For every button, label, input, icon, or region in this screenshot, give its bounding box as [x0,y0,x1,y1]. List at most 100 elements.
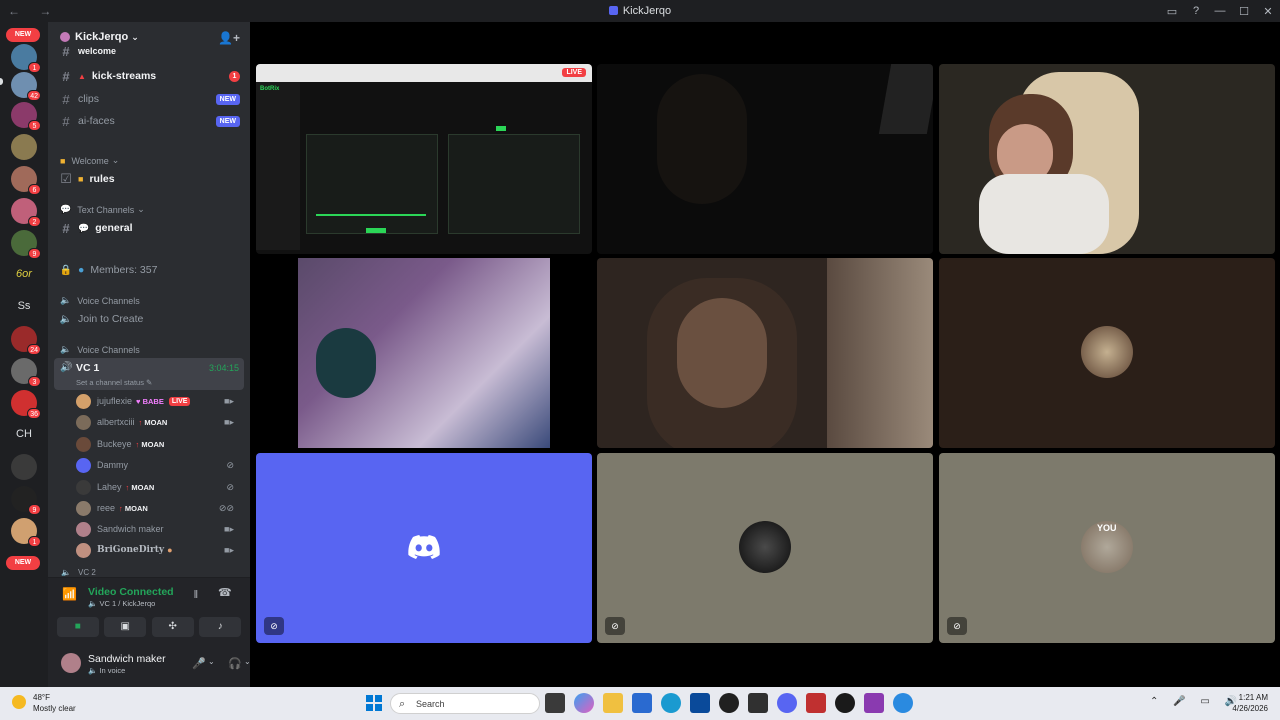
screen-share-button[interactable]: ▣ [104,617,147,637]
voice-location[interactable]: 🔈 VC 1 / KickJerqo [88,599,155,608]
video-tile-dark[interactable] [597,64,933,254]
voice-member[interactable]: Sandwich maker ■▸ [76,519,244,539]
server-icon[interactable] [11,454,37,480]
voice-action-buttons: ■ ▣ ✣ ♪ [48,613,250,641]
category-voice-1[interactable]: 🔈 Voice Channels [60,295,140,306]
video-tile-streamer[interactable] [939,64,1275,254]
activities-button[interactable]: ✣ [151,617,194,637]
channel-kick-streams[interactable]: # ▲ kick-streams 1 [54,66,246,86]
avatar [76,414,91,430]
server-rail: NEW 1 42 5 6 2 9 6or Ss 24 3 36 CH 9 1 N… [0,22,48,687]
help-icon[interactable]: ? [1184,5,1208,17]
participant-avatar [739,521,791,573]
server-icon-ss[interactable]: Ss [8,300,40,312]
deafened-icon: ⊘ [947,617,967,635]
server-icon[interactable]: 36 [11,390,41,419]
voice-member[interactable]: BriGoneDirty ● ■▸ [76,540,244,560]
file-explorer-icon[interactable] [603,693,623,713]
microphone-icon[interactable]: 🎤 [192,657,206,670]
server-icon[interactable]: 1 [11,518,41,547]
disconnect-icon[interactable]: ☎ [218,586,232,599]
channel-general[interactable]: # 💬 general [54,218,246,238]
task-view-icon[interactable] [545,693,565,713]
hash-icon: # [62,220,70,236]
self-avatar-tile[interactable]: YOU ⊘ [939,453,1275,643]
channel-members-count[interactable]: 🔒 ● Members: 357 [54,260,246,280]
server-icon[interactable]: 24 [11,326,41,355]
screenshare-tile[interactable]: LIVE BotRix [256,64,592,254]
voice-member[interactable]: Dammy ⊘ [76,455,244,475]
camera-button[interactable]: ■ [56,617,99,637]
noise-suppression-icon[interactable]: 𝍪 [194,586,198,605]
hash-icon: # [62,68,70,84]
start-button[interactable] [366,695,382,711]
video-icon: ■▸ [224,544,234,555]
lock-icon: 🔒 [59,264,73,276]
server-icon[interactable]: 1 [11,44,41,73]
server-icon[interactable]: 2 [11,198,41,227]
discord-taskbar-icon[interactable] [777,693,797,713]
maximize-button[interactable]: ☐ [1232,5,1256,18]
app-icon[interactable] [893,693,913,713]
app-icon[interactable] [690,693,710,713]
channel-rules[interactable]: ☑ ■ rules [54,169,246,189]
voice-channel-vc1[interactable]: 🔊 VC 1 3:04:15 Set a channel status ✎ [54,358,244,390]
chevron-down-icon[interactable]: ⌄ [208,657,215,666]
app-icon[interactable] [864,693,884,713]
voice-member[interactable]: Lahey ↑ MOAN ⊘ [76,477,244,497]
channel-clips[interactable]: # clips NEW [54,89,246,109]
server-icon[interactable]: 3 [11,358,41,387]
soundboard-button[interactable]: ♪ [199,617,242,637]
server-icon[interactable]: 9 [11,486,41,515]
hash-icon: # [62,44,70,58]
category-voice-2[interactable]: 🔈 Voice Channels [60,344,140,355]
server-icon[interactable]: 42 [11,72,41,101]
channel-join-to-create[interactable]: 🔈 Join to Create [54,309,246,329]
category-welcome[interactable]: ■ Welcome ⌄ [60,155,119,166]
server-icon[interactable] [11,134,37,160]
voice-member[interactable]: albertxciii ↑ MOAN ■▸ [76,412,244,432]
video-icon: ■▸ [224,523,234,534]
close-button[interactable]: ✕ [1256,5,1280,18]
voice-member[interactable]: Buckeye ↑ MOAN [76,434,244,454]
user-avatar[interactable] [61,653,81,673]
inbox-icon[interactable]: ▭ [1160,5,1184,18]
system-tray[interactable]: ⌃ 🎤 ▭ 🔊 [1150,696,1243,707]
channel-status-hint[interactable]: Set a channel status ✎ [76,378,152,387]
speaker-icon: 🔈 [60,344,72,354]
video-icon: ■▸ [224,416,234,427]
avatar-tile[interactable]: ⊘ [597,453,933,643]
new-pill-bottom[interactable]: NEW [6,556,40,570]
new-pill-top[interactable]: NEW [6,28,40,42]
edge-icon[interactable] [661,693,681,713]
avatar-tile-discord[interactable]: ⊘ [256,453,592,643]
server-icon[interactable]: 5 [11,102,41,131]
signal-icon[interactable]: 📶 [62,587,77,601]
category-text-channels[interactable]: 💬 Text Channels ⌄ [60,204,145,215]
muted-icon: ⊘ [226,459,234,470]
voice-channel-vc2[interactable]: 🔈 VC 2 [54,568,246,576]
app-icon[interactable] [835,693,855,713]
minimize-button[interactable]: — [1208,5,1232,17]
channel-welcome[interactable]: # welcome [54,44,246,58]
headphones-icon[interactable]: 🎧 [228,657,242,670]
server-icon-6or[interactable]: 6or [8,268,40,280]
copilot-icon[interactable] [574,693,594,713]
participant-avatar [1081,326,1133,378]
add-member-icon[interactable]: 👤+ [218,31,240,45]
voice-member[interactable]: jujuflexie ♥ BABE LIVE ■▸ [76,391,244,411]
app-icon[interactable] [806,693,826,713]
server-icon[interactable]: 9 [11,230,41,259]
app-icon[interactable] [719,693,739,713]
video-tile-face[interactable] [597,258,933,448]
clock[interactable]: 1:21 AM 4/26/2026 [1232,692,1268,714]
server-icon-ch[interactable]: CH [8,428,40,440]
voice-member[interactable]: reee ↑ MOAN ⊘⊘ [76,498,244,518]
taskbar-search[interactable]: ⌕ Search [390,693,540,714]
store-icon[interactable] [632,693,652,713]
app-icon[interactable] [748,693,768,713]
avatar-tile[interactable] [939,258,1275,448]
channel-ai-faces[interactable]: # ai-faces NEW [54,111,246,131]
server-icon[interactable]: 6 [11,166,41,195]
video-tile-hair[interactable] [256,258,592,448]
